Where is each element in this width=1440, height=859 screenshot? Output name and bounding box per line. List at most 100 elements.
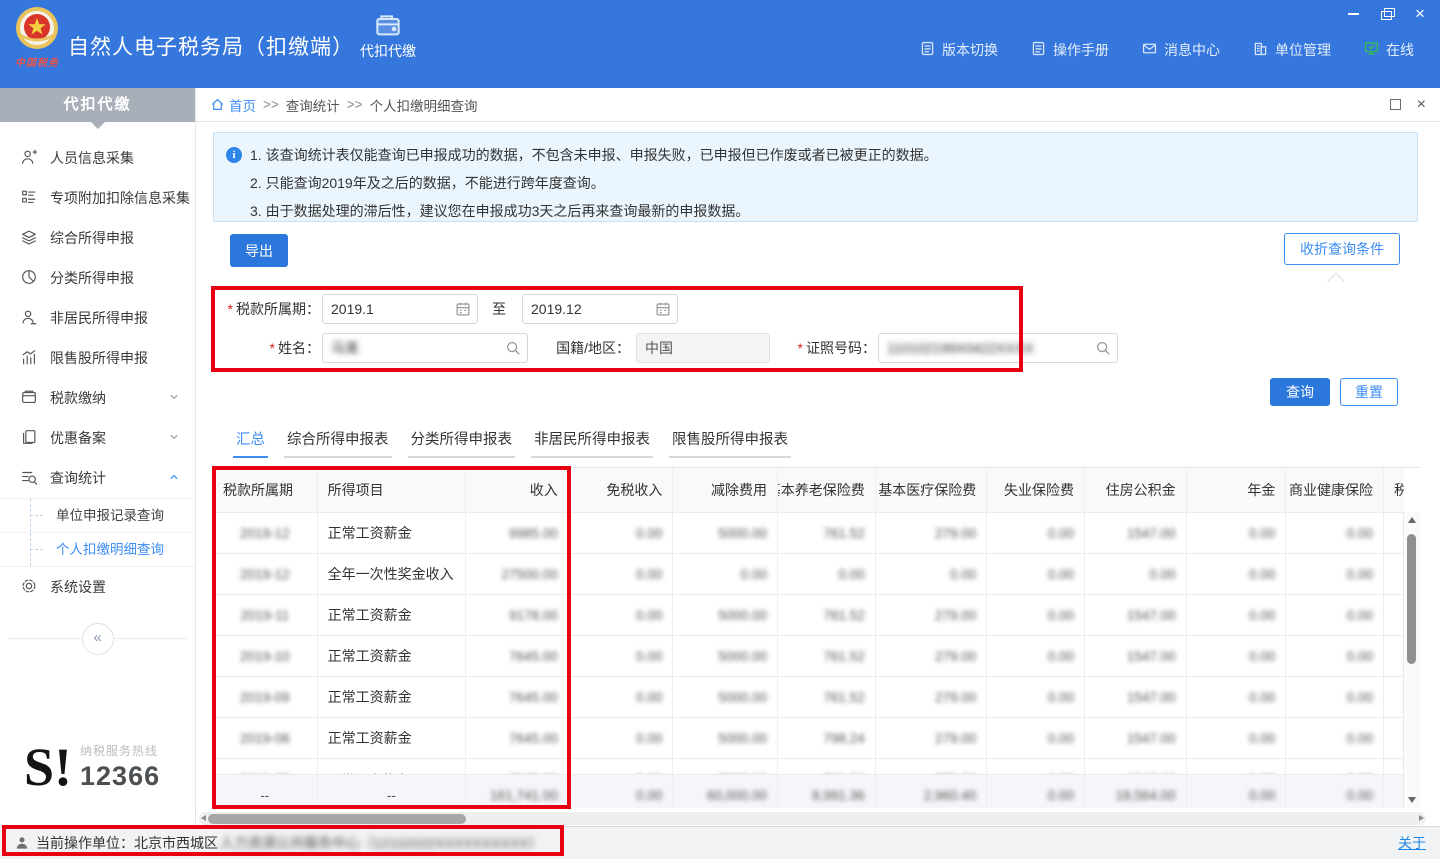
table-row-5[interactable]: 2019-09正常工资薪金7645.000.005000.00761.52279… [213,677,1404,718]
export-button[interactable]: 导出 [230,234,288,267]
table-row-3-cell-2: 9178.00 [466,595,569,635]
calendar-icon[interactable] [454,300,472,321]
horizontal-scrollbar-thumb[interactable] [208,814,466,824]
sidebar-item-special-deduction[interactable]: 专项附加扣除信息采集 [0,178,195,218]
table-row-6-cell-11 [1384,718,1404,758]
docs-icon [20,428,38,449]
cert-input[interactable]: 110102199X0422XXXX [878,333,1118,363]
tab-report-3[interactable]: 非居民所得申报表 [531,425,653,458]
table-total-row-cell-1: -- [318,775,466,808]
scroll-up-arrow-icon[interactable] [1408,517,1416,523]
cert-value-redacted: 110102199X0422XXXX [887,340,1034,356]
about-link[interactable]: 关于 [1398,833,1426,853]
calendar-icon[interactable] [654,300,672,321]
horizontal-scrollbar[interactable] [199,812,1426,825]
chart-icon [20,348,38,369]
table-row-4-cell-9: 0.00 [1187,636,1287,676]
window-minimize-button[interactable] [1346,7,1362,21]
table-header-row-cell-8: 住房公积金 [1085,468,1187,512]
scroll-right-arrow-icon[interactable] [1419,815,1424,821]
breadcrumb-item-current: 个人扣缴明细查询 [370,95,478,115]
sidebar: 代扣代缴 人员信息采集专项附加扣除信息采集综合所得申报分类所得申报非居民所得申报… [0,88,196,826]
chevron-up-icon [167,470,181,487]
table-row-3[interactable]: 2019-11正常工资薪金9178.000.005000.00761.52279… [213,595,1404,636]
hotline-block: S! 纳税服务热线 12366 [24,742,160,792]
header-menu-version[interactable]: 版本切换 [919,40,998,60]
list-icon [20,188,38,209]
table-row-4[interactable]: 2019-10正常工资薪金7645.000.005000.00761.52279… [213,636,1404,677]
sidebar-subitem-personal-detail-query[interactable]: 个人扣缴明细查询 [0,532,195,566]
header-menu-message[interactable]: 消息中心 [1141,40,1220,60]
search-icon[interactable] [504,339,522,360]
table-row-4-cell-3: 0.00 [569,636,674,676]
result-table: 税款所属期所得项目收入免税收入减除费用基本养老保险费基本医疗保险费失业保险费住房… [213,467,1420,808]
scroll-down-arrow-icon[interactable] [1408,797,1416,803]
table-row-4-cell-5: 761.52 [778,636,876,676]
vertical-scrollbar-thumb[interactable] [1407,534,1416,664]
tab-report-4[interactable]: 限售股所得申报表 [669,425,791,458]
table-row-partial-cell-8: 1547.00 [1085,759,1187,775]
tab-report-1[interactable]: 综合所得申报表 [284,425,392,458]
sidebar-item-nonresident[interactable]: 非居民所得申报 [0,298,195,338]
scroll-left-arrow-icon[interactable] [201,815,206,821]
table-row-6[interactable]: 2019-08正常工资薪金7645.000.005000.00798.24279… [213,718,1404,759]
sidebar-item-personnel[interactable]: 人员信息采集 [0,138,195,178]
mail-icon [1141,40,1158,60]
table-row-6-cell-1: 正常工资薪金 [318,718,466,758]
table-row-2-cell-3: 0.00 [569,554,674,594]
name-input[interactable]: 马某 [322,333,528,363]
home-icon [210,97,225,112]
table-total-row[interactable]: ----161,741.000.0060,000.008,991.362,960… [213,775,1404,808]
sidebar-item-classified[interactable]: 分类所得申报 [0,258,195,298]
tab-report-2[interactable]: 分类所得申报表 [408,425,516,458]
table-row-partial[interactable]: 2019-07正常工资薪金7645.000.005000.00761.52279… [213,759,1404,775]
sidebar-item-comprehensive[interactable]: 综合所得申报 [0,218,195,258]
sidebar-item-system-settings[interactable]: 系统设置 [0,567,195,607]
table-row-5-cell-1: 正常工资薪金 [318,677,466,717]
table-header-row-cell-2: 收入 [466,468,569,512]
window-restore-button[interactable] [1379,7,1395,21]
name-value-redacted: 马某 [331,338,359,358]
tab-summary[interactable]: 汇总 [233,425,268,458]
table-row-1-cell-4: 5000.00 [673,513,778,553]
table-row-6-cell-2: 7645.00 [466,718,569,758]
sidebar-item-query-stats[interactable]: 查询统计 [0,458,195,498]
sidebar-item-preferential[interactable]: 优惠备案 [0,418,195,458]
breadcrumb-item-query-stats[interactable]: 查询统计 [286,95,340,115]
panel-maximize-icon[interactable] [1390,99,1401,110]
hotline-12366-logo: S! [24,743,72,792]
notice-line-1: i1. 该查询统计表仅能查询已申报成功的数据，不包含未申报、申报失败，已申报但已… [226,141,1405,169]
table-row-partial-cell-9: 0.00 [1187,759,1287,775]
tab-withholding[interactable]: 代扣代缴 [346,13,430,61]
sidebar-item-tax-payment[interactable]: 税款缴纳 [0,378,195,418]
header-menu-manual[interactable]: 操作手册 [1030,40,1109,60]
tax-bureau-logo: 中国税务 [10,5,64,69]
period-from-input[interactable]: 2019.1 [322,294,478,324]
sidebar-subitem-unit-record-query[interactable]: 单位申报记录查询 [0,499,195,532]
search-icon[interactable] [1094,339,1112,360]
table-row-partial-cell-7: 0.00 [987,759,1085,775]
user-add-icon [20,148,38,169]
table-row-1[interactable]: 2019-12正常工资薪金9985.000.005000.00761.52279… [213,513,1404,554]
table-header-row-cell-3: 免税收入 [569,468,674,512]
table-row-3-cell-3: 0.00 [569,595,674,635]
table-row-2[interactable]: 2019-12全年一次性奖金收入27500.000.000.000.000.00… [213,554,1404,595]
table-row-1-cell-7: 0.00 [987,513,1085,553]
table-row-1-cell-2: 9985.00 [466,513,569,553]
query-button[interactable]: 查询 [1270,378,1330,406]
table-header-row: 税款所属期所得项目收入免税收入减除费用基本养老保险费基本医疗保险费失业保险费住房… [213,468,1404,513]
table-row-2-cell-5: 0.00 [778,554,876,594]
reset-button[interactable]: 重置 [1340,378,1398,406]
collapse-query-button[interactable]: 收折查询条件 [1284,233,1400,265]
header-menu-org[interactable]: 单位管理 [1252,40,1331,60]
window-close-button[interactable]: × [1412,7,1428,21]
period-to-input[interactable]: 2019.12 [522,294,678,324]
sidebar-collapse-button[interactable]: « [82,623,114,655]
breadcrumb-home[interactable]: 首页 [210,95,256,115]
vertical-scrollbar[interactable] [1403,512,1420,808]
panel-close-icon[interactable]: × [1417,100,1426,110]
sidebar-item-restricted-stock[interactable]: 限售股所得申报 [0,338,195,378]
collapse-caret-icon [1328,273,1345,290]
header-menu-online[interactable]: 在线 [1363,40,1414,60]
table-row-5-cell-8: 1547.00 [1085,677,1187,717]
